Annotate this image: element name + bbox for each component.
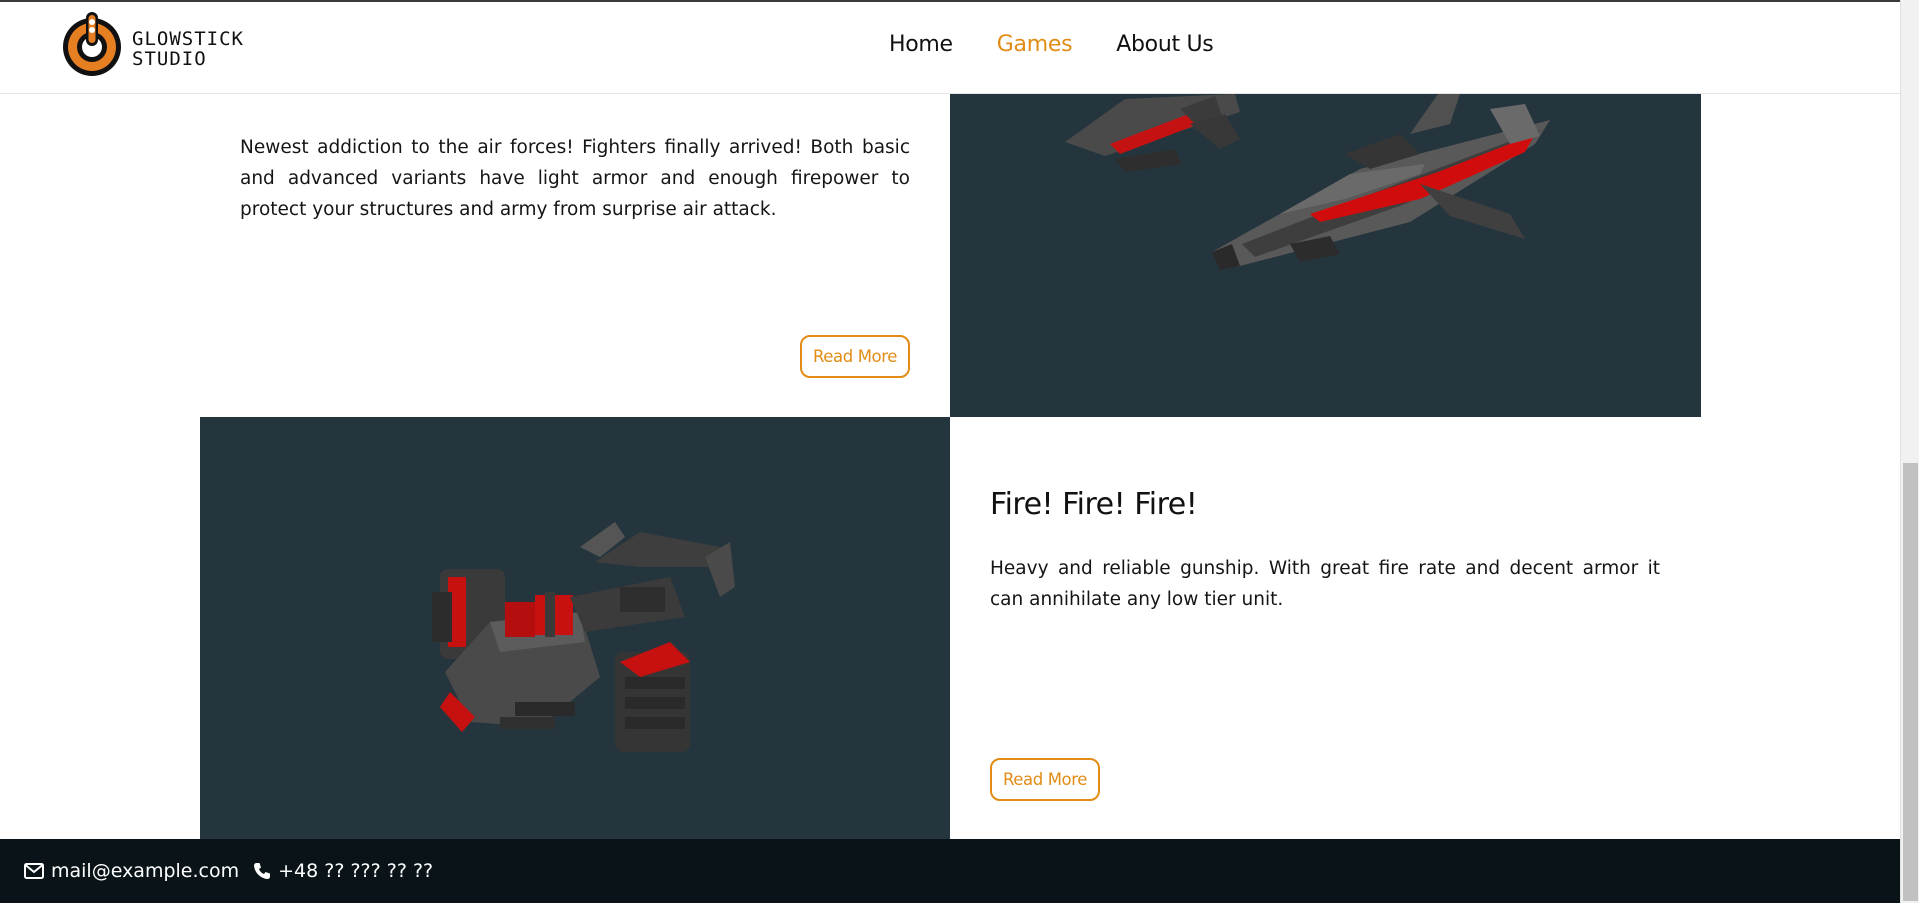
glowstick-studio-logo[interactable]: GLOWSTICK STUDIO (60, 10, 250, 82)
phone-icon (254, 863, 271, 879)
svg-text:GLOWSTICK: GLOWSTICK (132, 28, 244, 50)
site-header: GLOWSTICK STUDIO Home Games About Us (0, 0, 1900, 94)
footer-phone[interactable]: +48 ?? ??? ?? ?? (253, 860, 433, 882)
nav-home[interactable]: Home (889, 32, 953, 57)
section-gunship-text: Fire! Fire! Fire! Heavy and reliable gun… (950, 417, 1701, 839)
svg-text:STUDIO: STUDIO (132, 48, 207, 70)
gunship-image (200, 417, 950, 839)
nav-about-us[interactable]: About Us (1116, 32, 1214, 57)
read-more-button[interactable]: Read More (800, 335, 910, 378)
footer-email[interactable]: mail@example.com (24, 860, 239, 882)
section-description: Heavy and reliable gunship. With great f… (990, 558, 1660, 610)
section-description: Newest addiction to the air forces! Figh… (240, 137, 910, 220)
section-title: Fire! Fire! Fire! (990, 487, 1198, 522)
page-scrollbar[interactable] (1900, 0, 1919, 903)
envelope-icon (24, 863, 44, 879)
fighter-jets-image (950, 94, 1701, 417)
fighter-jets-image-graphic (1065, 94, 1550, 270)
main-nav: Home Games About Us (889, 32, 1214, 57)
footer-phone-text[interactable]: +48 ?? ??? ?? ?? (278, 860, 433, 882)
read-more-button[interactable]: Read More (990, 758, 1100, 801)
site-footer: mail@example.com +48 ?? ??? ?? ?? (0, 839, 1900, 903)
footer-email-text[interactable]: mail@example.com (51, 860, 239, 882)
section-fighters-text: Newest addiction to the air forces! Figh… (200, 94, 950, 417)
gunship-image-graphic (432, 522, 735, 752)
scrollbar-thumb[interactable] (1903, 463, 1918, 901)
nav-games[interactable]: Games (997, 32, 1073, 57)
